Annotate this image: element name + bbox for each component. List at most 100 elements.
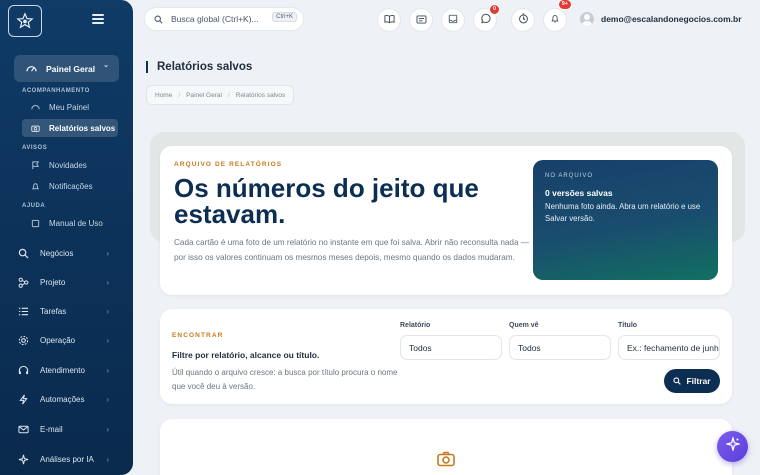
inbox-button[interactable] (442, 9, 464, 31)
sidebar-item-label: Meu Painel (49, 102, 90, 112)
sidebar-item-painel-geral[interactable]: Painel Geral ⌄ (14, 55, 119, 82)
avatar (580, 12, 594, 26)
search-placeholder: Busca global (Ctrl+K)... (171, 14, 259, 24)
chevron-right-icon: › (106, 454, 109, 464)
sidebar-item-label: Manual de Uso (49, 218, 103, 228)
sidebar-item-email[interactable]: E-mail › (18, 419, 123, 439)
chevron-right-icon: › (106, 365, 109, 375)
breadcrumb-separator: / (227, 91, 230, 99)
flag-icon (31, 160, 41, 170)
chevron-down-icon: ⌄ (103, 62, 109, 69)
global-search-input[interactable]: Busca global (Ctrl+K)... Ctrl+K (145, 8, 303, 30)
notifications-button[interactable]: 9+ (544, 0, 572, 31)
page-title: Relatórios salvos (146, 61, 252, 73)
filter-card: ENCONTRAR Filtre por relatório, alcance … (160, 309, 732, 404)
sidebar-item-label: Atendimento (40, 365, 85, 375)
camera-icon (437, 451, 455, 467)
sidebar-item-analises-ia[interactable]: Análises por IA › (18, 449, 123, 469)
clock-icon (518, 11, 529, 29)
sidebar-item-automacoes[interactable]: Automações › (18, 389, 123, 409)
logo-icon[interactable] (8, 5, 42, 37)
sidebar-item-projeto[interactable]: Projeto › (18, 272, 123, 292)
breadcrumb-separator: / (178, 91, 181, 99)
empty-state-card (160, 419, 732, 475)
sidebar-item-notificacoes[interactable]: Notificações (22, 177, 118, 195)
gauge-icon (31, 103, 41, 111)
hero-eyebrow: ARQUIVO DE RELATÓRIOS (174, 161, 283, 168)
sidebar-item-label: Negócios (40, 248, 74, 258)
hero-description: Cada cartão é uma foto de um relatório n… (174, 238, 529, 262)
section-title-ajuda: AJUDA (22, 203, 46, 209)
report-select[interactable]: Todos (400, 335, 502, 360)
share-icon (18, 277, 32, 288)
archive-label: NO ARQUIVO (545, 173, 594, 179)
list-icon (18, 306, 32, 317)
sidebar-item-label: E-mail (40, 424, 63, 434)
sidebar-item-relatorios-salvos[interactable]: Relatórios salvos (22, 119, 118, 137)
chevron-right-icon: › (106, 277, 109, 287)
title-search-input[interactable]: Ex.: fechamento de junho (618, 335, 720, 360)
breadcrumb-current: Relatórios salvos (235, 91, 286, 99)
filter-title: Filtre por relatório, alcance ou título. (172, 350, 320, 360)
chevron-right-icon: › (106, 335, 109, 345)
sidebar-item-negocios[interactable]: Negócios › (18, 243, 123, 263)
cards-button[interactable] (410, 9, 432, 31)
camera-icon (31, 124, 41, 132)
section-title-avisos: AVISOS (22, 145, 48, 151)
sidebar-item-operacao[interactable]: Operação › (18, 330, 123, 350)
inbox-icon (448, 11, 458, 29)
menu-toggle-icon[interactable] (92, 14, 104, 24)
chevron-right-icon: › (106, 248, 109, 258)
timer-button[interactable] (512, 9, 534, 31)
book-icon (31, 219, 41, 228)
visibility-filter-label: Quem vê (509, 322, 539, 329)
sidebar-item-label: Operação (40, 335, 76, 345)
topbar: Busca global (Ctrl+K)... Ctrl+K 0 9+ dem… (133, 0, 760, 40)
notifications-badge: 9+ (557, 0, 572, 10)
ai-assistant-button[interactable] (717, 431, 748, 462)
sidebar-item-tarefas[interactable]: Tarefas › (18, 301, 123, 321)
open-book-icon (383, 11, 395, 29)
headset-icon (18, 365, 32, 376)
chevron-right-icon: › (106, 394, 109, 404)
user-email: demo@escalandonegocios.com.br (601, 14, 742, 24)
sidebar: Painel Geral ⌄ ACOMPANHAMENTO Meu Painel… (0, 0, 133, 475)
title-search-placeholder: Ex.: fechamento de junho (627, 342, 719, 353)
search-icon (18, 248, 32, 259)
breadcrumb-home[interactable]: Home (155, 92, 172, 99)
manual-button[interactable] (378, 9, 400, 31)
archive-count: 0 versões salvas (545, 188, 613, 198)
whatsapp-button[interactable]: 0 (474, 4, 500, 31)
archive-description: Nenhuma foto ainda. Abra um relatório e … (545, 202, 701, 223)
filter-button[interactable]: Filtrar (664, 369, 720, 393)
sidebar-item-label: Tarefas (40, 306, 67, 316)
filter-eyebrow: ENCONTRAR (172, 332, 224, 339)
sparkle-icon (18, 454, 32, 465)
sidebar-item-novidades[interactable]: Novidades (22, 156, 118, 174)
archive-summary-card: NO ARQUIVO 0 versões salvas Nenhuma foto… (533, 160, 718, 280)
report-select-value: Todos (409, 342, 432, 353)
breadcrumb: Home / Painel Geral / Relatórios salvos (146, 85, 295, 105)
gauge-icon (26, 64, 38, 73)
sidebar-item-manual-de-uso[interactable]: Manual de Uso (22, 214, 118, 232)
visibility-select[interactable]: Todos (509, 335, 611, 360)
chevron-right-icon: › (106, 306, 109, 316)
user-menu[interactable]: demo@escalandonegocios.com.br (580, 12, 742, 26)
sidebar-item-meu-painel[interactable]: Meu Painel (22, 98, 118, 116)
chevron-right-icon: › (106, 424, 109, 434)
sidebar-item-label: Relatórios salvos (49, 123, 116, 133)
filter-description: Útil quando o arquivo cresce: a busca po… (172, 368, 398, 391)
whatsapp-badge: 0 (488, 4, 500, 15)
sidebar-item-label: Novidades (49, 160, 87, 170)
filter-button-label: Filtrar (686, 376, 711, 386)
visibility-select-value: Todos (518, 342, 541, 353)
id-card-icon (416, 11, 427, 29)
sidebar-item-label: Projeto (40, 277, 66, 287)
sidebar-item-atendimento[interactable]: Atendimento › (18, 360, 123, 380)
breadcrumb-painel-geral[interactable]: Painel Geral (186, 92, 222, 99)
sidebar-item-label: Painel Geral (46, 63, 96, 74)
search-icon (154, 15, 164, 24)
bell-icon (550, 11, 560, 29)
search-icon (673, 377, 682, 385)
search-shortcut: Ctrl+K (272, 12, 297, 22)
